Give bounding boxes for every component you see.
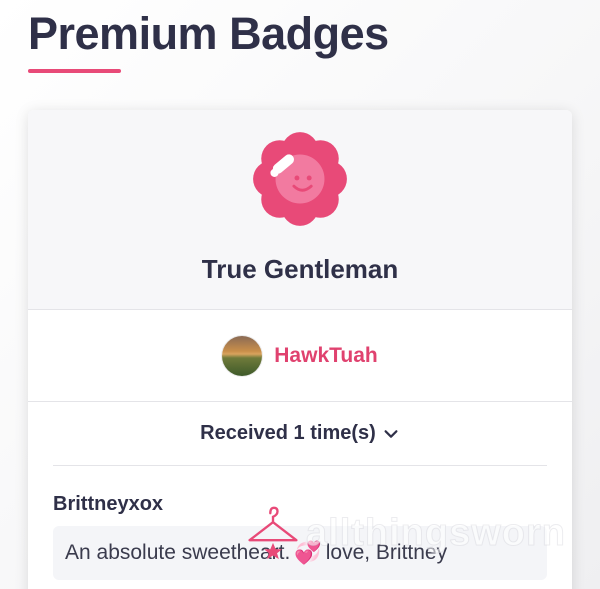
- badge-name: True Gentleman: [201, 254, 399, 284]
- flower-smiley-salute-icon: [253, 132, 347, 226]
- chevron-down-icon[interactable]: [382, 425, 400, 443]
- received-count-label[interactable]: Received 1 time(s): [200, 422, 376, 445]
- badge-card: True Gentleman HawkTuah Received 1 time(…: [28, 110, 572, 589]
- list-item: Brittneyxox An absolute sweetheart. 💞 lo…: [28, 466, 572, 580]
- page-title: Premium Badges: [28, 8, 389, 59]
- badge-owner[interactable]: HawkTuah: [28, 310, 572, 402]
- entry-message: An absolute sweetheart. 💞 love, Brittney: [53, 526, 547, 580]
- entry-message-signoff: love, Brittney: [325, 541, 448, 564]
- received-toggle[interactable]: Received 1 time(s): [53, 402, 547, 466]
- owner-username-link[interactable]: HawkTuah: [274, 344, 377, 368]
- entry-message-text: An absolute sweetheart.: [65, 541, 291, 564]
- title-underline: [28, 69, 121, 73]
- entry-username[interactable]: Brittneyxox: [53, 493, 547, 516]
- avatar[interactable]: [222, 335, 263, 376]
- badge-card-header: True Gentleman: [28, 110, 572, 310]
- heart-emoji-icon: 💞: [294, 540, 322, 565]
